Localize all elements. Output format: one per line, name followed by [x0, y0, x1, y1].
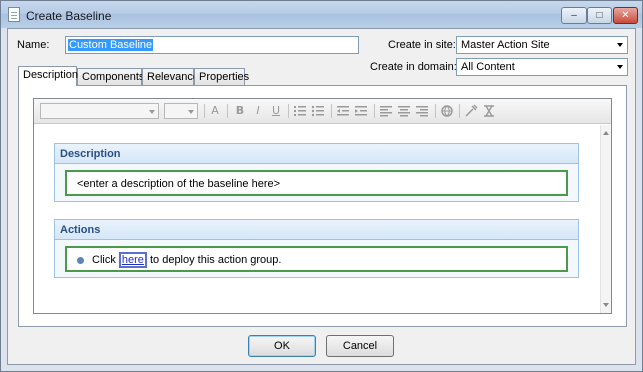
description-field[interactable]: <enter a description of the baseline her… [65, 170, 568, 196]
description-section-heading: Description [55, 144, 578, 164]
font-color-icon[interactable]: A [208, 104, 222, 118]
underline-icon[interactable]: U [269, 104, 283, 118]
font-family-select[interactable] [40, 103, 159, 119]
cancel-button[interactable]: Cancel [326, 335, 394, 357]
toolbar-separator [331, 104, 332, 118]
actions-section: Actions Click here to deploy this action… [54, 219, 579, 278]
tab-components[interactable]: Components [77, 68, 144, 85]
scroll-up-icon[interactable] [603, 131, 609, 135]
window-title: Create Baseline [26, 9, 112, 23]
domain-select[interactable]: All Content [456, 58, 628, 76]
font-size-select[interactable] [164, 103, 198, 119]
description-tab-panel: A B I U Description <enter a description… [18, 85, 627, 327]
minimize-button[interactable]: ‒ [561, 7, 587, 24]
domain-label: Create in domain: [370, 61, 457, 73]
bullet-icon [77, 257, 84, 264]
bulleted-list-icon[interactable] [311, 104, 325, 118]
align-left-icon[interactable] [379, 104, 393, 118]
remove-format-icon[interactable] [482, 104, 496, 118]
italic-icon[interactable]: I [251, 104, 265, 118]
title-bar[interactable]: Create Baseline ‒ □ ✕ [1, 1, 642, 28]
create-baseline-dialog: Create Baseline ‒ □ ✕ Name: Custom Basel… [0, 0, 643, 372]
editor-toolbar: A B I U [34, 99, 611, 124]
name-label: Name: [17, 39, 50, 51]
name-input[interactable]: Custom Baseline [65, 36, 359, 54]
chevron-down-icon [617, 43, 623, 47]
editor-content[interactable]: Description <enter a description of the … [34, 125, 600, 313]
insert-link-icon[interactable] [440, 104, 454, 118]
action-text-before: Click [92, 254, 119, 266]
rich-text-editor: A B I U Description <enter a description… [33, 98, 612, 314]
ok-button[interactable]: OK [248, 335, 316, 357]
align-center-icon[interactable] [397, 104, 411, 118]
deploy-link[interactable]: here [118, 252, 147, 268]
description-section: Description <enter a description of the … [54, 143, 579, 202]
site-label: Create in site: [388, 39, 456, 51]
tab-relevance[interactable]: Relevance [142, 68, 199, 85]
indent-icon[interactable] [354, 104, 368, 118]
toolbar-separator [374, 104, 375, 118]
actions-section-heading: Actions [55, 220, 578, 240]
scroll-down-icon[interactable] [603, 303, 609, 307]
vertical-scrollbar[interactable] [600, 125, 611, 313]
dialog-body: Name: Custom Baseline Create in site: Ma… [7, 28, 636, 365]
numbered-list-icon[interactable] [293, 104, 307, 118]
description-placeholder: <enter a description of the baseline her… [77, 178, 281, 190]
toolbar-separator [227, 104, 228, 118]
tab-description[interactable]: Description [18, 66, 78, 86]
tab-properties[interactable]: Properties [194, 68, 249, 85]
chevron-down-icon [617, 65, 623, 69]
bold-icon[interactable]: B [233, 104, 247, 118]
toolbar-separator [435, 104, 436, 118]
domain-select-value: All Content [461, 61, 515, 73]
document-icon [8, 7, 20, 22]
name-input-value: Custom Baseline [68, 39, 154, 51]
chevron-down-icon [149, 110, 155, 114]
action-text-after: to deploy this action group. [146, 254, 282, 266]
action-item: Click here to deploy this action group. [65, 246, 568, 272]
site-select[interactable]: Master Action Site [456, 36, 628, 54]
insert-image-icon[interactable] [464, 104, 478, 118]
outdent-icon[interactable] [336, 104, 350, 118]
toolbar-separator [288, 104, 289, 118]
site-select-value: Master Action Site [461, 39, 550, 51]
toolbar-separator [204, 104, 205, 118]
toolbar-separator [459, 104, 460, 118]
maximize-button[interactable]: □ [587, 7, 612, 24]
align-right-icon[interactable] [415, 104, 429, 118]
close-button[interactable]: ✕ [613, 7, 638, 24]
chevron-down-icon [188, 110, 194, 114]
